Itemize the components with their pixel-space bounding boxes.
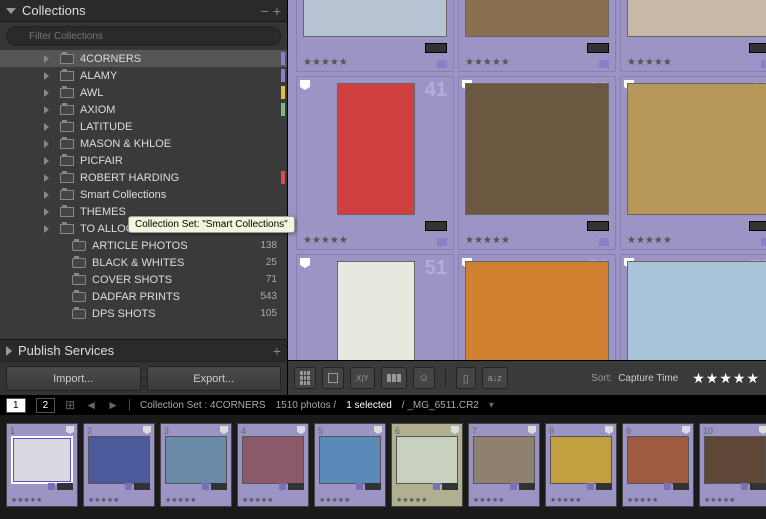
sort-value[interactable]: Capture Time: [618, 373, 678, 384]
selected-count: 1 selected: [346, 400, 392, 411]
tooltip: Collection Set: "Smart Collections": [128, 216, 295, 233]
loupe-view-button[interactable]: [322, 367, 344, 389]
grid-cell[interactable]: 51: [296, 254, 454, 360]
collections-panel-header[interactable]: Collections − +: [0, 0, 287, 22]
prev-icon[interactable]: ◄: [85, 398, 97, 412]
compare-view-button[interactable]: X|Y: [350, 367, 375, 389]
collection-item[interactable]: DADFAR PRINTS543: [0, 288, 287, 305]
collection-item[interactable]: MASON & KHLOE: [0, 135, 287, 152]
export-button[interactable]: Export...: [147, 366, 282, 391]
publish-services-header[interactable]: Publish Services +: [0, 339, 287, 361]
grid-cell[interactable]: ★★★★★: [296, 0, 454, 72]
grid-cell[interactable]: 43★★★★★: [620, 76, 766, 250]
panel-title: Collections: [22, 3, 257, 18]
filmstrip-thumbnail[interactable]: 5★★★★★: [314, 423, 386, 507]
page-2-button[interactable]: 2: [36, 398, 56, 413]
collection-item[interactable]: AWL: [0, 84, 287, 101]
collection-item[interactable]: BLACK & WHITES25: [0, 254, 287, 271]
filter-collections-input[interactable]: [6, 26, 281, 46]
grid-cell[interactable]: ★★★★★: [458, 0, 616, 72]
filmstrip-thumbnail[interactable]: 7★★★★★: [468, 423, 540, 507]
grid-view-button[interactable]: [294, 367, 316, 389]
painter-tool-button[interactable]: ▯: [456, 367, 476, 389]
grid-cell[interactable]: 52: [458, 254, 616, 360]
collection-item[interactable]: 4CORNERS: [0, 50, 287, 67]
collection-item[interactable]: ROBERT HARDING: [0, 169, 287, 186]
survey-view-button[interactable]: [381, 367, 407, 389]
filmstrip-thumbnail[interactable]: 6★★★★★: [391, 423, 463, 507]
grid-cell[interactable]: 41★★★★★: [296, 76, 454, 250]
filmstrip-thumbnail[interactable]: 2★★★★★: [83, 423, 155, 507]
collections-list: 4CORNERSALAMYAWLAXIOMLATITUDEMASON & KHL…: [0, 50, 287, 339]
filmstrip-thumbnail[interactable]: 10★★★★★: [699, 423, 766, 507]
import-button[interactable]: Import...: [6, 366, 141, 391]
sort-direction-button[interactable]: a↓z: [482, 367, 508, 389]
page-1-button[interactable]: 1: [6, 398, 26, 413]
thumbnail-grid: ★★★★★★★★★★★★★★★41★★★★★42★★★★★43★★★★★5152…: [288, 0, 766, 360]
grid-toolbar: X|Y ☺ ▯ a↓z Sort: Capture Time ★★★★★: [288, 360, 766, 395]
next-icon[interactable]: ►: [107, 398, 119, 412]
collection-item[interactable]: ALAMY: [0, 67, 287, 84]
grid-nav-icon[interactable]: ⊞: [65, 398, 75, 412]
filmstrip-thumbnail[interactable]: 3★★★★★: [160, 423, 232, 507]
filmstrip[interactable]: 1★★★★★2★★★★★3★★★★★4★★★★★5★★★★★6★★★★★7★★★…: [0, 415, 766, 519]
filmstrip-thumbnail[interactable]: 4★★★★★: [237, 423, 309, 507]
collection-item[interactable]: COVER SHOTS71: [0, 271, 287, 288]
filmstrip-thumbnail[interactable]: 9★★★★★: [622, 423, 694, 507]
people-view-button[interactable]: ☺: [413, 367, 435, 389]
filmstrip-thumbnail[interactable]: 1★★★★★: [6, 423, 78, 507]
collection-item[interactable]: DPS SHOTS105: [0, 305, 287, 322]
collapse-icon: [6, 8, 16, 14]
filmstrip-thumbnail[interactable]: 8★★★★★: [545, 423, 617, 507]
grid-cell[interactable]: 53: [620, 254, 766, 360]
current-filename: / _MG_6511.CR2: [402, 400, 479, 411]
plus-icon[interactable]: +: [273, 3, 281, 19]
rating-filter[interactable]: ★★★★★: [692, 370, 760, 387]
collection-item[interactable]: ARTICLE PHOTOS138: [0, 237, 287, 254]
collection-item[interactable]: AXIOM: [0, 101, 287, 118]
collection-item[interactable]: LATITUDE: [0, 118, 287, 135]
expand-icon: [6, 346, 12, 356]
photo-count: 1510 photos /: [276, 400, 337, 411]
publish-title: Publish Services: [18, 343, 273, 358]
grid-cell[interactable]: 42★★★★★: [458, 76, 616, 250]
collection-item[interactable]: Smart Collections: [0, 186, 287, 203]
grid-cell[interactable]: ★★★★★: [620, 0, 766, 72]
collection-path: Collection Set : 4CORNERS: [140, 400, 266, 411]
info-bar: 1 2 ⊞ ◄ ► Collection Set : 4CORNERS 1510…: [0, 395, 766, 415]
collection-item[interactable]: PICFAIR: [0, 152, 287, 169]
plus-icon[interactable]: +: [273, 343, 281, 359]
minus-icon[interactable]: −: [261, 3, 269, 19]
sort-label: Sort:: [591, 373, 612, 384]
